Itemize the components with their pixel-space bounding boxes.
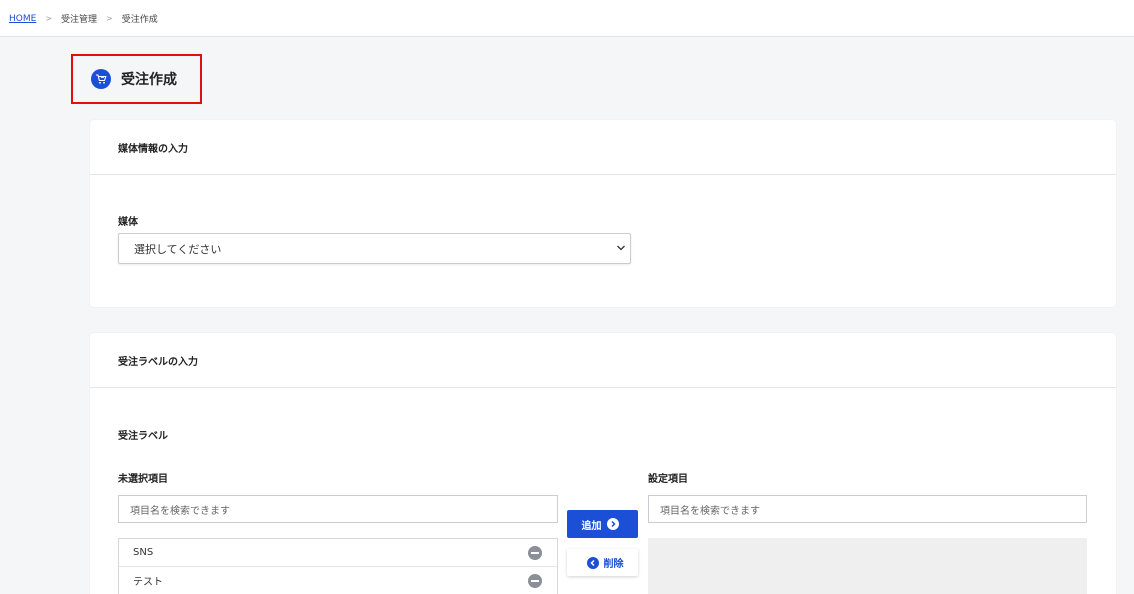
unselected-search-placeholder: 項目名を検索できます (130, 505, 230, 517)
add-button[interactable]: 追加 (567, 510, 638, 538)
media-info-card: 媒体情報の入力 媒体 選択してください (90, 120, 1116, 307)
label-card-header: 受注ラベルの入力 (90, 333, 1116, 388)
breadcrumb-order-management[interactable]: 受注管理 (61, 12, 97, 25)
minus-circle-icon[interactable] (528, 574, 542, 588)
media-select-value: 選択してください (134, 242, 222, 256)
unselected-items-list: SNS テスト (118, 538, 558, 594)
order-label-card: 受注ラベルの入力 受注ラベル 未選択項目 設定項目 項目名を検索できます 項目名… (90, 333, 1116, 594)
delete-button[interactable]: 削除 (567, 549, 638, 576)
media-card-header: 媒体情報の入力 (90, 120, 1116, 175)
media-select[interactable]: 選択してください (118, 233, 631, 264)
page-title: 受注作成 (121, 72, 177, 88)
media-field-label: 媒体 (118, 217, 138, 228)
breadcrumb-home-link[interactable]: HOME (9, 14, 36, 24)
page-title-highlight: 受注作成 (71, 54, 202, 104)
chevron-down-icon (616, 243, 626, 256)
breadcrumb-separator: > (106, 14, 113, 23)
unselected-search-input[interactable]: 項目名を検索できます (118, 495, 558, 523)
minus-circle-icon[interactable] (528, 546, 542, 560)
breadcrumb-separator: > (45, 14, 53, 23)
list-item[interactable]: SNS (119, 539, 557, 567)
list-item[interactable]: テスト (119, 567, 557, 594)
list-item-label: テスト (133, 577, 163, 588)
add-button-label: 追加 (581, 520, 602, 532)
chevron-left-circle-icon (586, 556, 599, 569)
cart-icon (91, 69, 111, 89)
selected-items-label: 設定項目 (648, 474, 688, 485)
list-item-label: SNS (133, 547, 154, 558)
top-bar: HOME > 受注管理 > 受注作成 (0, 0, 1134, 37)
selected-items-area (648, 538, 1087, 594)
selected-search-input[interactable]: 項目名を検索できます (648, 495, 1087, 523)
breadcrumb-current: 受注作成 (121, 15, 158, 25)
order-label-section-label: 受注ラベル (118, 431, 168, 442)
selected-search-placeholder: 項目名を検索できます (660, 505, 760, 517)
chevron-right-circle-icon (606, 518, 619, 530)
breadcrumb: HOME > 受注管理 > 受注作成 (9, 12, 158, 26)
unselected-items-label: 未選択項目 (118, 474, 168, 485)
delete-button-label: 削除 (603, 559, 624, 570)
